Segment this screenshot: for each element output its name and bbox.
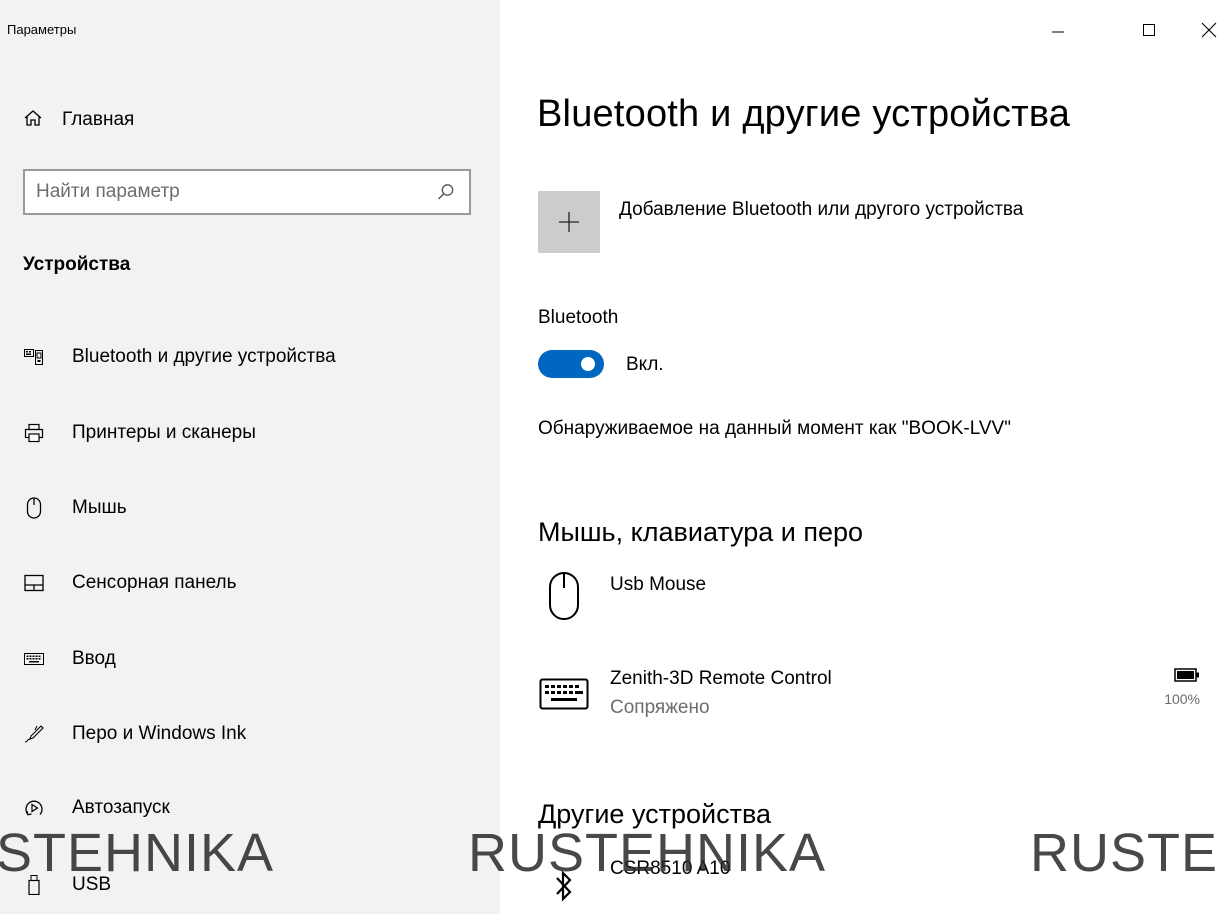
other-devices-heading: Другие устройства [538,799,772,829]
sidebar: Параметры Главная Устройства Bluetooth и… [0,0,500,914]
toggle-knob [581,357,595,371]
sidebar-item-bluetooth[interactable]: Bluetooth и другие устройства [0,332,500,382]
home-icon [24,109,42,132]
device-name: CSR8510 A10 [610,858,731,879]
bluetooth-devices-icon [22,345,46,369]
sidebar-item-usb[interactable]: USB [0,860,500,910]
page-title: Bluetooth и другие устройства [537,93,1071,135]
sidebar-item-autoplay[interactable]: Автозапуск [0,783,500,833]
bluetooth-label: Bluetooth [538,307,619,328]
close-icon [1201,22,1217,38]
mouse-icon [538,570,590,622]
app-title: Параметры [7,22,77,37]
add-device-label[interactable]: Добавление Bluetooth или другого устройс… [619,199,1023,221]
bluetooth-toggle[interactable] [538,350,604,378]
input-devices-heading: Мышь, клавиатура и перо [538,517,864,547]
pen-icon [22,722,46,746]
battery-icon [1174,668,1199,682]
minimize-icon [1052,31,1064,33]
sidebar-item-pen[interactable]: Перо и Windows Ink [0,709,500,759]
device-name: Zenith-3D Remote Control [610,668,832,689]
sidebar-home-label: Главная [62,109,135,130]
sidebar-item-label: Bluetooth и другие устройства [72,346,336,367]
sidebar-item-label: Мышь [72,497,127,518]
sidebar-item-input[interactable]: Ввод [0,634,500,684]
search-input[interactable] [25,180,431,204]
sidebar-section-title: Устройства [23,254,131,275]
battery-percent: 100% [1164,691,1200,707]
discoverable-text: Обнаруживаемое на данный момент как "BOO… [538,418,1011,439]
minimize-button[interactable] [1035,10,1081,50]
device-status: Сопряжено [610,697,710,718]
sidebar-item-printers[interactable]: Принтеры и сканеры [0,408,500,458]
main-content: Bluetooth и другие устройства Добавление… [500,0,1227,914]
maximize-button[interactable] [1126,10,1172,50]
device-csr8510[interactable]: CSR8510 A10 [538,858,1200,914]
toggle-state-label: Вкл. [626,354,664,375]
sidebar-item-mouse[interactable]: Мышь [0,483,500,533]
sidebar-item-label: Ввод [72,648,116,669]
device-name: Usb Mouse [610,574,707,595]
printer-icon [22,421,46,445]
sidebar-item-label: Перо и Windows Ink [72,723,247,744]
sidebar-item-label: Принтеры и сканеры [72,422,256,443]
sidebar-item-label: USB [72,874,112,895]
autoplay-icon [22,796,46,820]
sidebar-home[interactable]: Главная [24,106,134,134]
sidebar-item-label: Сенсорная панель [72,572,237,593]
plus-icon [559,212,579,232]
usb-icon [22,873,46,897]
device-zenith-remote[interactable]: Zenith-3D Remote Control Сопряжено 100% [538,668,1200,728]
mouse-icon [22,496,46,520]
add-device-button[interactable] [538,191,600,253]
keyboard-icon [22,647,46,671]
close-button[interactable] [1186,10,1227,50]
sidebar-item-label: Автозапуск [72,797,170,818]
bluetooth-icon [538,860,590,912]
search-icon[interactable] [431,177,461,207]
battery-indicator: 100% [1140,668,1200,707]
device-usb-mouse[interactable]: Usb Mouse [538,572,1200,630]
maximize-icon [1143,24,1155,36]
touchpad-icon [22,571,46,595]
search-box[interactable] [23,169,471,215]
sidebar-item-touchpad[interactable]: Сенсорная панель [0,558,500,608]
keyboard-icon [538,668,590,720]
